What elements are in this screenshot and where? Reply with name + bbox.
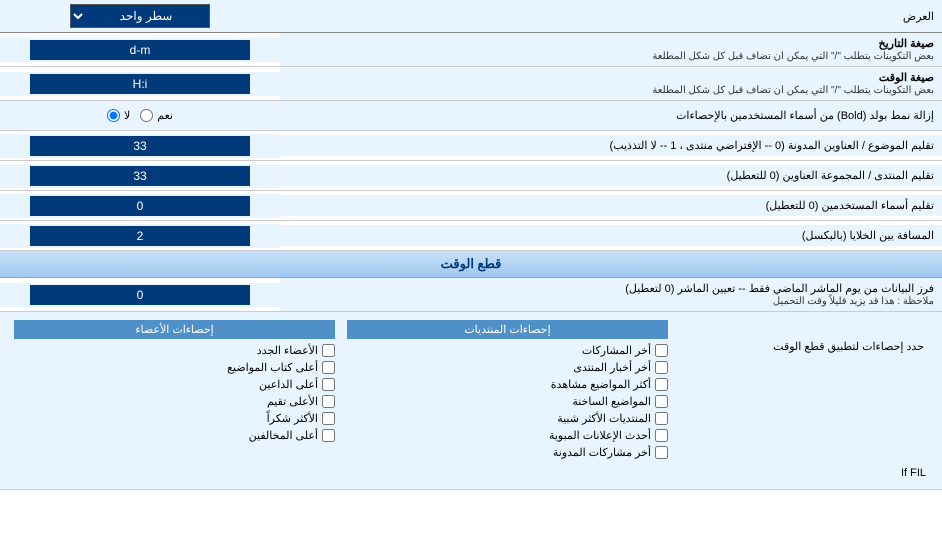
cell-spacing-row: المسافة بين الخلايا (بالبكسل) (0, 221, 942, 251)
realtime-field-input-container (0, 283, 280, 307)
checkbox-col1-0[interactable] (655, 344, 668, 357)
time-format-row: صيغة الوقت بعض التكوينات يتطلب "/" التي … (0, 67, 942, 101)
checkbox-item: أخر أخبار المنتدى (347, 359, 668, 376)
checkbox-col2-0[interactable] (322, 344, 335, 357)
checkboxes-section: حدد إحصاءات لتطبيق قطع الوقت إحصاءات الم… (0, 312, 942, 490)
checkbox-col1-4[interactable] (655, 412, 668, 425)
col1-header: إحصاءات المنتديات (347, 320, 668, 339)
realtime-field-label: فرز البيانات من يوم الماشر الماضي فقط --… (280, 278, 942, 311)
cell-spacing-label: المسافة بين الخلايا (بالبكسل) (280, 225, 942, 246)
top-header-row: العرض سطر واحد (0, 0, 942, 33)
col2: إحصاءات الأعضاء الأعضاء الجدد أعلى كتاب … (8, 318, 341, 463)
single-line-select[interactable]: سطر واحد (70, 4, 210, 28)
checkbox-col2-3[interactable] (322, 395, 335, 408)
note-col: حدد إحصاءات لتطبيق قطع الوقت (674, 318, 934, 463)
checkbox-item: أكثر المواضيع مشاهدة (347, 376, 668, 393)
date-format-input[interactable] (30, 40, 250, 60)
date-format-label: صيغة التاريخ بعض التكوينات يتطلب "/" الت… (280, 33, 942, 66)
radio-yes-item: نعم (140, 109, 173, 122)
cell-spacing-input[interactable] (30, 226, 250, 246)
forum-group-input-container (0, 164, 280, 188)
radio-no-label: لا (124, 109, 130, 122)
time-format-input[interactable] (30, 74, 250, 94)
checkbox-col1-3[interactable] (655, 395, 668, 408)
checkbox-col1-1[interactable] (655, 361, 668, 374)
realtime-field-row: فرز البيانات من يوم الماشر الماضي فقط --… (0, 278, 942, 312)
checkbox-item: أعلى الداعين (14, 376, 335, 393)
user-names-input[interactable] (30, 196, 250, 216)
radio-no[interactable] (107, 109, 120, 122)
single-line-select-container: سطر واحد (0, 0, 280, 32)
main-container: العرض سطر واحد صيغة التاريخ بعض التكوينا… (0, 0, 942, 490)
col1: إحصاءات المنتديات أخر المشاركات أخر أخبا… (341, 318, 674, 463)
checkbox-col1-2[interactable] (655, 378, 668, 391)
checkbox-item: أحدث الإعلانات المبوية (347, 427, 668, 444)
checkbox-col2-2[interactable] (322, 378, 335, 391)
bold-remove-label: إزالة نمط بولد (Bold) من أسماء المستخدمي… (280, 105, 942, 126)
checkbox-item: أخر مشاركات المدونة (347, 444, 668, 461)
realtime-section-header: قطع الوقت (0, 251, 942, 278)
checkbox-item: الأعلى تقيم (14, 393, 335, 410)
if-fil-text: If FIL (8, 463, 934, 483)
display-label: العرض (280, 6, 942, 27)
checkbox-item: المنتديات الأكثر شبية (347, 410, 668, 427)
forum-group-input[interactable] (30, 166, 250, 186)
user-names-row: تقليم أسماء المستخدمين (0 للتعطيل) (0, 191, 942, 221)
forum-subject-row: تقليم الموضوع / العناوين المدونة (0 -- ا… (0, 131, 942, 161)
cell-spacing-input-container (0, 224, 280, 248)
forum-subject-label: تقليم الموضوع / العناوين المدونة (0 -- ا… (280, 135, 942, 156)
checkbox-col2-1[interactable] (322, 361, 335, 374)
user-names-input-container (0, 194, 280, 218)
user-names-label: تقليم أسماء المستخدمين (0 للتعطيل) (280, 195, 942, 216)
time-format-label: صيغة الوقت بعض التكوينات يتطلب "/" التي … (280, 67, 942, 100)
checkbox-item: المواضيع الساخنة (347, 393, 668, 410)
checkbox-item: أخر المشاركات (347, 342, 668, 359)
time-format-input-container (0, 72, 280, 96)
note-label: حدد إحصاءات لتطبيق قطع الوقت (680, 320, 928, 373)
checkbox-item: الأكثر شكراً (14, 410, 335, 427)
date-format-input-container (0, 38, 280, 62)
col2-header: إحصاءات الأعضاء (14, 320, 335, 339)
checkbox-item: أعلى المخالفين (14, 427, 335, 444)
checkbox-item: الأعضاء الجدد (14, 342, 335, 359)
display-title: العرض (903, 11, 934, 23)
forum-group-row: تقليم المنتدى / المجموعة العناوين (0 للت… (0, 161, 942, 191)
forum-group-label: تقليم المنتدى / المجموعة العناوين (0 للت… (280, 165, 942, 186)
forum-subject-input[interactable] (30, 136, 250, 156)
radio-yes-label: نعم (157, 109, 173, 122)
checkbox-col1-5[interactable] (655, 429, 668, 442)
bold-remove-options: نعم لا (0, 105, 280, 126)
checkbox-col1-6[interactable] (655, 446, 668, 459)
checkbox-col2-5[interactable] (322, 429, 335, 442)
date-format-row: صيغة التاريخ بعض التكوينات يتطلب "/" الت… (0, 33, 942, 67)
checkbox-col2-4[interactable] (322, 412, 335, 425)
forum-subject-input-container (0, 134, 280, 158)
checkbox-item: أعلى كتاب المواضيع (14, 359, 335, 376)
bold-remove-row: إزالة نمط بولد (Bold) من أسماء المستخدمي… (0, 101, 942, 131)
radio-no-item: لا (107, 109, 130, 122)
realtime-field-input[interactable] (30, 285, 250, 305)
checkbox-columns: حدد إحصاءات لتطبيق قطع الوقت إحصاءات الم… (8, 318, 934, 463)
radio-yes[interactable] (140, 109, 153, 122)
